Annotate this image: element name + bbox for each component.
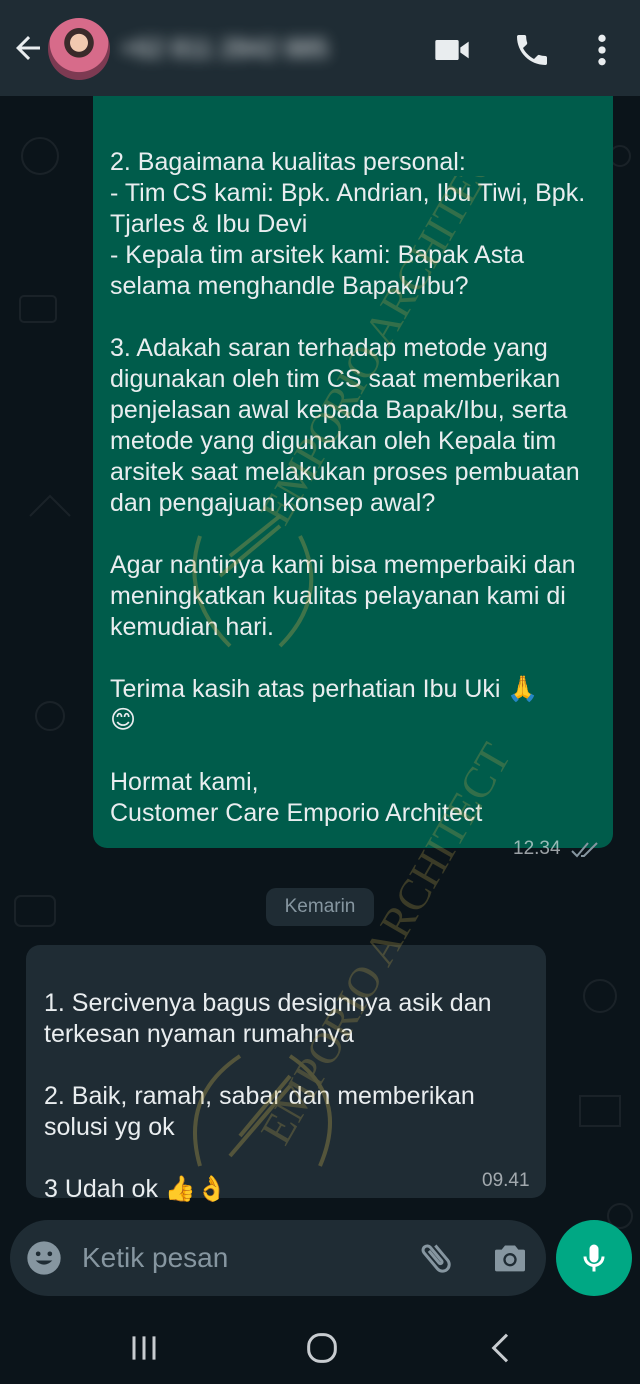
mic-icon xyxy=(583,1244,605,1272)
chat-area[interactable]: 2. Bagaimana kualitas personal: - Tim CS… xyxy=(0,96,640,1308)
more-vert-icon[interactable] xyxy=(582,30,622,70)
incoming-message-bubble[interactable]: 1. Sercivenya bagus designnya asik dan t… xyxy=(26,945,546,1203)
incoming-message-time: 09.41 xyxy=(482,1170,530,1191)
outgoing-message-time: 12.34 xyxy=(513,838,561,859)
message-input-bar xyxy=(10,1220,546,1296)
mic-button[interactable] xyxy=(556,1220,632,1296)
camera-icon[interactable] xyxy=(490,1238,530,1278)
contact-avatar[interactable] xyxy=(48,18,110,80)
outgoing-message-text: 2. Bagaimana kualitas personal: - Tim CS… xyxy=(110,148,586,827)
arrow-back-icon[interactable] xyxy=(10,30,46,66)
paperclip-icon[interactable] xyxy=(416,1238,456,1278)
home-icon[interactable] xyxy=(302,1328,342,1368)
message-input[interactable] xyxy=(82,1240,382,1276)
video-call-icon[interactable] xyxy=(432,30,472,70)
recent-apps-icon[interactable] xyxy=(124,1328,164,1368)
emoji-icon[interactable] xyxy=(24,1238,64,1278)
outgoing-message-bubble[interactable]: 2. Bagaimana kualitas personal: - Tim CS… xyxy=(93,96,613,848)
read-receipt-ticks-icon xyxy=(571,842,598,858)
chat-header: +62 811 2842 885 xyxy=(0,0,640,96)
voice-call-icon[interactable] xyxy=(512,30,552,70)
system-navigation-bar xyxy=(0,1308,640,1384)
back-nav-icon[interactable] xyxy=(482,1328,522,1368)
date-divider: Kemarin xyxy=(266,888,374,926)
contact-name[interactable]: +62 811 2842 885 xyxy=(120,30,370,66)
incoming-message-text: 1. Sercivenya bagus designnya asik dan t… xyxy=(44,989,492,1203)
